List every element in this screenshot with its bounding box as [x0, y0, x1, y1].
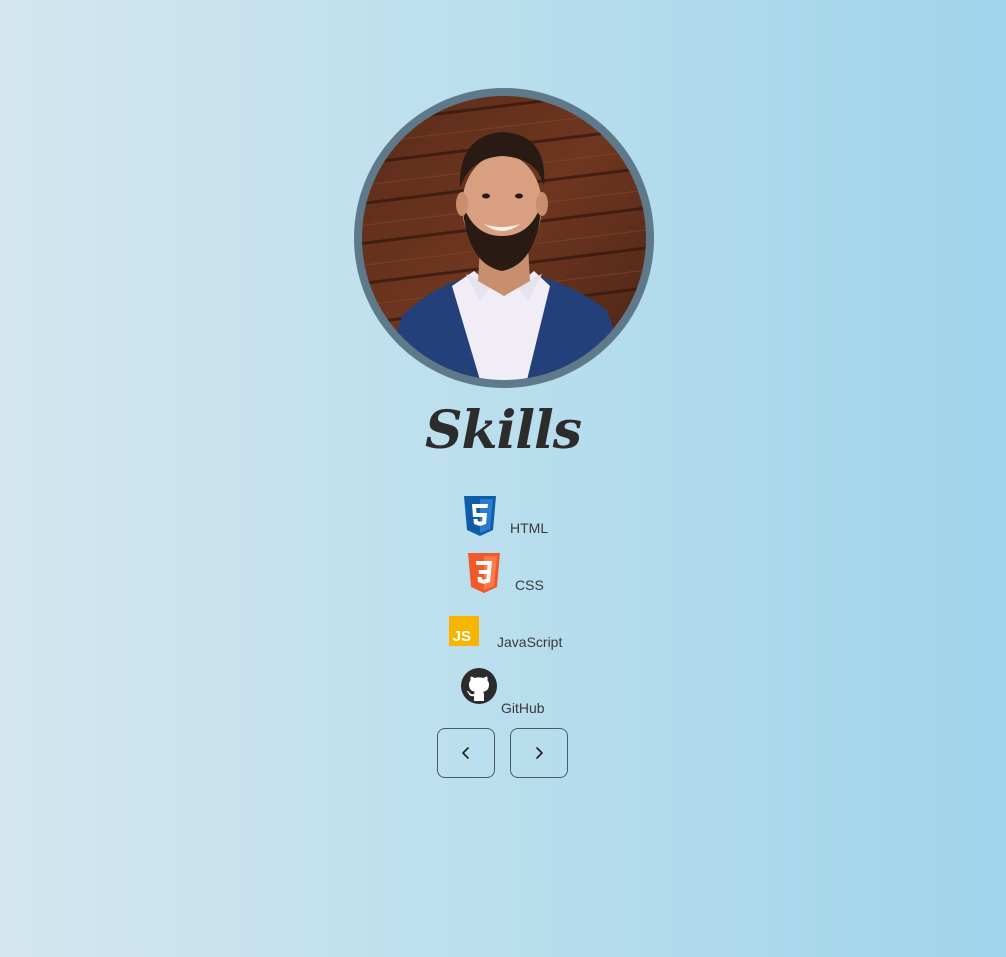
javascript-icon: JS — [449, 616, 479, 646]
github-icon — [461, 668, 497, 704]
profile-avatar — [354, 88, 654, 388]
skill-label-github: GitHub — [501, 700, 545, 716]
chevron-right-icon — [536, 747, 543, 759]
skill-item-javascript: JS JavaScript — [449, 616, 579, 650]
skill-item-html: HTML — [460, 496, 560, 536]
css3-icon — [468, 553, 500, 593]
svg-text:JS: JS — [453, 628, 471, 645]
section-title: Skills — [424, 400, 582, 461]
skill-item-css: CSS — [465, 553, 565, 593]
skill-label-css: CSS — [515, 577, 544, 593]
html5-icon — [464, 496, 496, 536]
profile-photo — [362, 96, 646, 380]
page: Skills HTML CSS JS JavaScript GitHub — [0, 0, 1006, 957]
previous-button[interactable] — [437, 728, 495, 778]
skill-label-javascript: JavaScript — [497, 634, 563, 650]
skill-item-github: GitHub — [461, 668, 571, 716]
skill-label-html: HTML — [510, 520, 549, 536]
chevron-left-icon — [462, 747, 469, 759]
next-button[interactable] — [510, 728, 568, 778]
